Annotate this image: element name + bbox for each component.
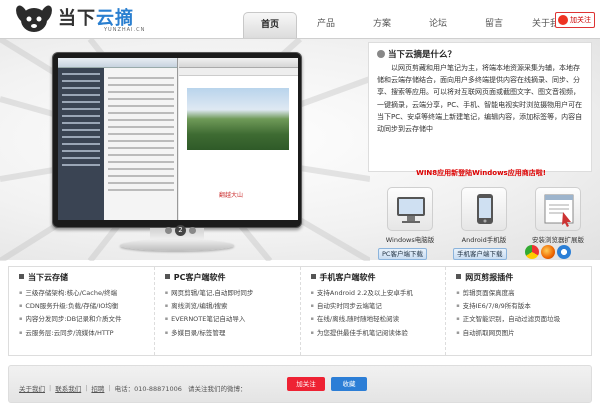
browser-icons: [525, 245, 571, 259]
feature-cloud-storage: 当下云存储 三级存储架构:核心/Cache/终端 CDN服务升级:负载/存储/I…: [9, 267, 155, 355]
intro-title: 当下云摘是什么？: [377, 48, 456, 60]
browser-extension-download[interactable]: 安装浏览器扩展版: [530, 187, 586, 244]
extension-icon: [535, 187, 581, 231]
feature-pc-client: PC客户端软件 网页剪辑/笔记,自动即时同步 离线浏览/编辑/搜索 EVERNO…: [155, 267, 301, 355]
feature-item: 离线浏览/编辑/搜索: [165, 300, 300, 313]
app-screenshot: 翻越大山: [58, 58, 298, 220]
bullet-icon: [456, 274, 462, 279]
feature-title: 当下云存储: [28, 273, 68, 282]
monitor-base: [120, 240, 234, 251]
feature-title: 手机客户端软件: [319, 273, 376, 282]
screen-caption: 翻越大山: [219, 192, 244, 199]
site-logo[interactable]: 当下云摘 YUNZHAI.CN: [14, 2, 164, 36]
feature-item: 三级存储架构:核心/Cache/终端: [19, 287, 154, 300]
logo-main-text: 当下: [58, 8, 96, 29]
feature-title: PC客户端软件: [173, 273, 226, 282]
feature-mobile-client: 手机客户端软件 支持Android 2.2及以上安卓手机 自动实时同步云端笔记 …: [301, 267, 447, 355]
footer-follow-prompt: 请关注我们的微博：: [187, 385, 247, 393]
pc-client-download-button[interactable]: PC客户端下载: [378, 248, 427, 260]
nav-messages[interactable]: 留言: [467, 12, 521, 36]
footer-link-contact[interactable]: 联系我们: [55, 383, 81, 393]
firefox-icon[interactable]: [541, 245, 555, 259]
slide-dot-current[interactable]: 2: [175, 225, 186, 236]
feature-item: 剪辑页面保真度高: [456, 287, 591, 300]
nav-home[interactable]: 首页: [243, 12, 297, 38]
feature-item: 多媒目录/标签管理: [165, 327, 300, 340]
nav-solutions[interactable]: 方案: [355, 12, 409, 36]
phone-icon: [461, 187, 507, 231]
chrome-icon[interactable]: [525, 245, 539, 259]
intro-text: 以网页剪藏和用户笔记为主，将端本地资源采集为辅，本地存储和云端存储结合，面向用户…: [377, 64, 583, 134]
ie-icon[interactable]: [557, 245, 571, 259]
feature-item: 自动抓取网页图片: [456, 327, 591, 340]
feature-web-clipper: 网页剪报插件 剪辑页面保真度高 支持IE6/7/8/9所有版本 正文智能识别，自…: [446, 267, 591, 355]
desktop-icon: [387, 187, 433, 231]
slide-dot-3[interactable]: [189, 227, 196, 234]
feature-item: 内容分发同步:DB记录和介质文件: [19, 313, 154, 326]
question-icon: [377, 50, 385, 58]
app-notes-pane: [58, 58, 178, 220]
bullet-icon: [310, 274, 316, 279]
bullet-icon: [19, 274, 24, 279]
slide-dot-1[interactable]: [165, 227, 172, 234]
footer: 关于我们 | 联系我们 | 招聘 | 电话：010-88871006 请关注我们的微博…: [8, 365, 592, 403]
landscape-photo: [187, 88, 289, 150]
weibo-follow-label: 加关注: [570, 16, 591, 24]
dog-logo-icon: [16, 5, 52, 32]
bullet-icon: [164, 274, 170, 279]
feature-title: 网页剪报插件: [465, 273, 514, 282]
extension-download-label: 安装浏览器扩展版: [532, 236, 584, 244]
mobile-client-download-button[interactable]: 手机客户端下载: [453, 248, 507, 260]
android-download-label: Android手机版: [461, 236, 507, 244]
logo-subtitle: YUNZHAI.CN: [104, 27, 146, 33]
weibo-follow-button[interactable]: 加关注: [555, 12, 595, 28]
feature-section: 当下云存储 三级存储架构:核心/Cache/终端 CDN服务升级:负载/存储/I…: [8, 266, 592, 356]
feature-item: 自动实时同步云端笔记: [311, 300, 446, 313]
logo-highlight-text: 云摘: [96, 8, 134, 29]
windows-download-label: Windows电脑版: [385, 236, 435, 244]
slide-pager: 2: [165, 225, 196, 236]
footer-favorite-button[interactable]: 收藏: [331, 377, 367, 391]
nav-forum[interactable]: 论坛: [411, 12, 465, 36]
monitor-illustration: 翻越大山: [52, 52, 302, 228]
footer-phone: 电话：010-88871006: [114, 385, 182, 393]
android-download[interactable]: Android手机版: [456, 187, 512, 244]
feature-item: 网页剪辑/笔记,自动即时同步: [165, 287, 300, 300]
feature-item: 正文智能识别，自动过滤页面垃圾: [456, 313, 591, 326]
footer-links: 关于我们 | 联系我们 | 招聘 | 电话：010-88871006 请关注我们的微博…: [19, 383, 247, 393]
nav-products[interactable]: 产品: [299, 12, 353, 36]
feature-item: CDN服务升级:负载/存储/IO均衡: [19, 300, 154, 313]
header: 当下云摘 YUNZHAI.CN 首页 产品 方案 论坛 留言 关于我们 加关注: [0, 0, 600, 38]
main-nav: 首页 产品 方案 论坛 留言 关于我们: [243, 12, 579, 38]
footer-weibo-follow-button[interactable]: 加关注: [287, 377, 325, 391]
feature-item: 云服务层:云同步/流媒体/HTTP: [19, 327, 154, 340]
footer-link-about[interactable]: 关于我们: [19, 383, 45, 393]
weibo-icon: [558, 15, 568, 25]
feature-item: EVERNOTE笔记自动导入: [165, 313, 300, 326]
windows-download[interactable]: Windows电脑版: [382, 187, 438, 244]
feature-item: 支持IE6/7/8/9所有版本: [456, 300, 591, 313]
app-editor-pane: 翻越大山: [179, 58, 298, 220]
footer-link-jobs[interactable]: 招聘: [91, 383, 104, 393]
feature-item: 在线/离线,随时随地轻松阅读: [311, 313, 446, 326]
intro-panel: 当下云摘是什么？ 以网页剪藏和用户笔记为主，将端本地资源采集为辅，本地存储和云端…: [368, 42, 592, 172]
feature-item: 支持Android 2.2及以上安卓手机: [311, 287, 446, 300]
feature-item: 为您提供最佳手机笔记阅读体验: [311, 327, 446, 340]
win8-announcement[interactable]: WIN8应用新登陆Windows应用商店啦!: [374, 168, 588, 178]
